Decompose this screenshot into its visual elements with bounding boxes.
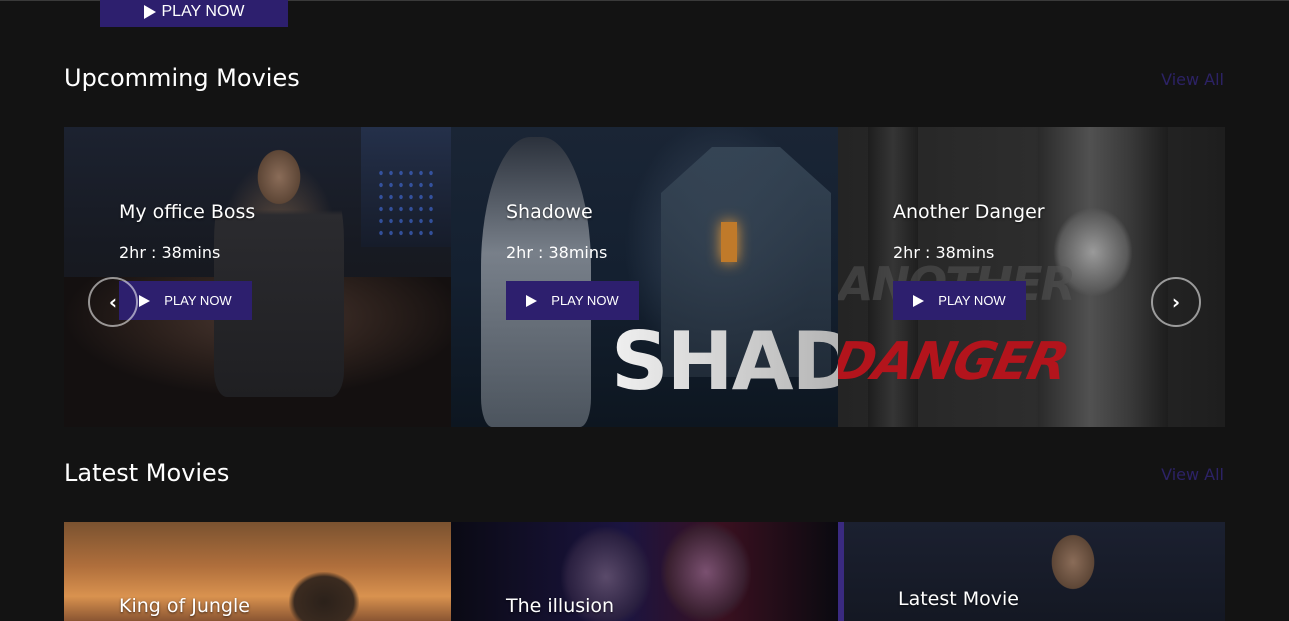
- play-now-button[interactable]: PLAY NOW: [893, 281, 1026, 320]
- upcoming-section-title: Upcomming Movies: [64, 64, 300, 92]
- play-now-button[interactable]: PLAY NOW: [119, 281, 252, 320]
- movie-title: The illusion: [506, 595, 615, 617]
- poster-face: [661, 522, 751, 621]
- poster-person: [214, 137, 344, 397]
- movie-card[interactable]: The illusion: [451, 522, 838, 621]
- play-icon: [139, 294, 151, 307]
- upcoming-view-all-link[interactable]: View All: [1161, 70, 1224, 89]
- chevron-right-icon: ›: [1171, 290, 1181, 314]
- poster-city-lights: [376, 167, 436, 237]
- movie-card[interactable]: Latest Movie: [838, 522, 1225, 621]
- slider-prev-button[interactable]: ‹: [88, 277, 138, 327]
- poster-window-glow: [721, 222, 737, 262]
- play-now-button[interactable]: PLAY NOW: [506, 281, 639, 320]
- play-now-label: PLAY NOW: [161, 2, 245, 20]
- upcoming-slider: My office Boss 2hr : 38mins PLAY NOW SHA…: [64, 127, 1225, 427]
- play-icon: [143, 4, 156, 19]
- chevron-left-icon: ‹: [108, 290, 118, 314]
- movie-card[interactable]: King of Jungle: [64, 522, 451, 621]
- movie-title: Another Danger: [893, 201, 1045, 223]
- poster-gorilla: [289, 572, 359, 621]
- movie-title: King of Jungle: [119, 595, 250, 617]
- play-icon: [913, 294, 925, 307]
- latest-section-title: Latest Movies: [64, 459, 230, 487]
- movie-title: Latest Movie: [898, 588, 1019, 610]
- slider-next-button[interactable]: ›: [1151, 277, 1201, 327]
- movie-title: My office Boss: [119, 201, 256, 223]
- movie-title: Shadowe: [506, 201, 593, 223]
- play-now-label: PLAY NOW: [164, 293, 232, 308]
- play-now-button[interactable]: PLAY NOW: [100, 0, 288, 27]
- movie-duration: 2hr : 38mins: [506, 243, 608, 262]
- card-edge: [838, 522, 844, 621]
- play-icon: [526, 294, 538, 307]
- movie-card[interactable]: SHADOW Shadowe 2hr : 38mins PLAY NOW: [451, 127, 838, 427]
- movie-card[interactable]: My office Boss 2hr : 38mins PLAY NOW: [64, 127, 451, 427]
- latest-view-all-link[interactable]: View All: [1161, 465, 1224, 484]
- movie-card[interactable]: ANOTHER DANGER Another Danger 2hr : 38mi…: [838, 127, 1225, 427]
- play-now-label: PLAY NOW: [551, 293, 619, 308]
- play-now-label: PLAY NOW: [938, 293, 1006, 308]
- movie-duration: 2hr : 38mins: [893, 243, 995, 262]
- poster-person: [1033, 522, 1113, 621]
- movie-duration: 2hr : 38mins: [119, 243, 221, 262]
- latest-slider: King of Jungle The illusion Latest Movie: [64, 522, 1225, 621]
- poster-title-art: DANGER: [838, 332, 1073, 392]
- poster-title-art: SHADOW: [611, 315, 838, 408]
